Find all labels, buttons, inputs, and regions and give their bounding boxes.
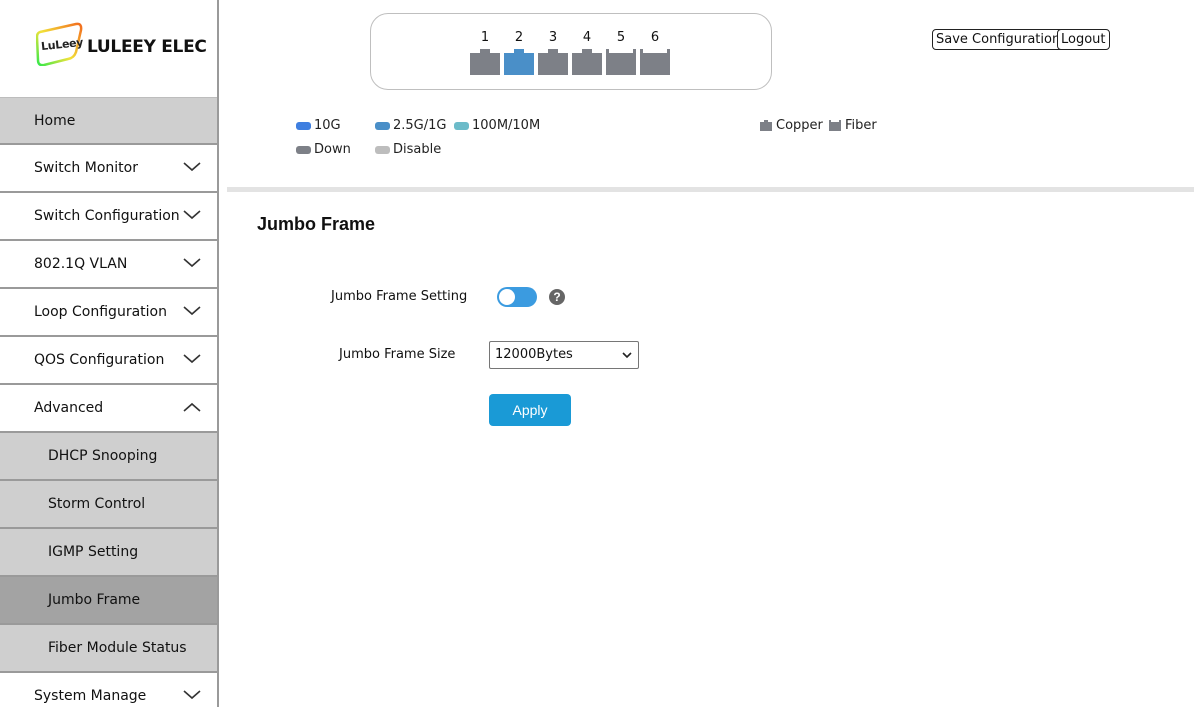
fiber-port-icon: [829, 120, 841, 131]
port-number: 5: [616, 30, 626, 45]
fiber-port-icon: [606, 49, 636, 75]
jumbo-frame-size-label: Jumbo Frame Size: [339, 347, 456, 362]
apply-button[interactable]: Apply: [489, 394, 571, 426]
port-number: 2: [514, 30, 524, 45]
sidebar-item-switch-configuration[interactable]: Switch Configuration: [0, 193, 217, 241]
swatch-100m-10m: [454, 121, 469, 130]
sidebar-item-loop-configuration[interactable]: Loop Configuration: [0, 289, 217, 337]
sidebar-item-label: QOS Configuration: [34, 352, 165, 368]
sidebar-item-qos-configuration[interactable]: QOS Configuration: [0, 337, 217, 385]
sidebar-item-label: DHCP Snooping: [48, 448, 158, 464]
sidebar-item-storm-control[interactable]: Storm Control: [0, 481, 217, 529]
sidebar-item-system-manage[interactable]: System Manage: [0, 673, 217, 707]
swatch-disable: [375, 145, 390, 154]
copper-port-icon: [572, 49, 602, 75]
copper-port-icon: [538, 49, 568, 75]
swatch-down: [296, 145, 311, 154]
legend-fiber: Fiber: [829, 118, 877, 133]
copper-port-icon: [470, 49, 500, 75]
divider: [227, 187, 1194, 192]
sidebar-item-vlan[interactable]: 802.1Q VLAN: [0, 241, 217, 289]
port-2[interactable]: 2: [504, 30, 534, 80]
swatch-10g: [296, 121, 311, 130]
chevron-down-icon: [183, 306, 201, 316]
sidebar-item-label: System Manage: [34, 688, 147, 704]
chevron-down-icon: [183, 690, 201, 700]
port-status-panel: 1 2 3 4 5 6: [370, 13, 772, 90]
legend-label: Disable: [393, 142, 442, 157]
legend-label: 2.5G/1G: [393, 118, 447, 133]
sidebar-item-igmp-setting[interactable]: IGMP Setting: [0, 529, 217, 577]
sidebar-item-label: Home: [34, 112, 76, 129]
sidebar-item-label: IGMP Setting: [48, 544, 139, 560]
select-value: 12000Bytes: [495, 347, 573, 362]
port-6[interactable]: 6: [640, 30, 670, 80]
legend-down: Down: [296, 142, 351, 157]
legend-label: Down: [314, 142, 351, 157]
legend-100m-10m: 100M/10M: [454, 118, 540, 133]
legend-label: Fiber: [845, 118, 877, 133]
logo: LuLeey LULEEY ELEC: [0, 0, 217, 97]
sidebar-item-label: Loop Configuration: [34, 304, 167, 320]
copper-port-icon: [760, 120, 772, 131]
help-icon[interactable]: ?: [549, 289, 565, 305]
sidebar-item-switch-monitor[interactable]: Switch Monitor: [0, 145, 217, 193]
port-number: 6: [650, 30, 660, 45]
sidebar-item-advanced[interactable]: Advanced: [0, 385, 217, 433]
sidebar-item-jumbo-frame[interactable]: Jumbo Frame: [0, 577, 217, 625]
logout-button[interactable]: Logout: [1057, 29, 1110, 50]
save-configuration-button[interactable]: Save Configuration: [932, 29, 1065, 50]
legend-copper: Copper: [760, 118, 823, 133]
sidebar-item-dhcp-snooping[interactable]: DHCP Snooping: [0, 433, 217, 481]
sidebar-item-label: Advanced: [34, 400, 104, 416]
sidebar-item-home[interactable]: Home: [0, 97, 217, 145]
sidebar-item-label: Switch Configuration: [34, 208, 180, 224]
sidebar-item-label: Fiber Module Status: [48, 640, 187, 656]
copper-port-icon: [504, 49, 534, 75]
legend-label: 10G: [314, 118, 341, 133]
chevron-down-icon: [183, 210, 201, 220]
chevron-up-icon: [183, 402, 201, 412]
jumbo-frame-toggle[interactable]: [497, 287, 537, 307]
port-3[interactable]: 3: [538, 30, 568, 80]
fiber-port-icon: [640, 49, 670, 75]
chevron-down-icon: [622, 352, 632, 359]
page-title: Jumbo Frame: [257, 214, 376, 234]
sidebar-item-label: 802.1Q VLAN: [34, 256, 128, 272]
chevron-down-icon: [183, 162, 201, 172]
port-5[interactable]: 5: [606, 30, 636, 80]
chevron-down-icon: [183, 258, 201, 268]
port-1[interactable]: 1: [470, 30, 500, 80]
legend-disable: Disable: [375, 142, 441, 157]
port-number: 1: [480, 30, 490, 45]
port-number: 4: [582, 30, 592, 45]
port-number: 3: [548, 30, 558, 45]
toggle-knob: [499, 289, 515, 305]
sidebar-item-label: Storm Control: [48, 496, 146, 512]
sidebar: LuLeey LULEEY ELEC Home Switch Monitor S…: [0, 0, 219, 707]
chevron-down-icon: [183, 354, 201, 364]
swatch-2-5g-1g: [375, 121, 390, 130]
jumbo-frame-size-select[interactable]: 12000Bytes: [489, 341, 639, 369]
port-4[interactable]: 4: [572, 30, 602, 80]
legend-label: Copper: [776, 118, 823, 133]
legend-2-5g-1g: 2.5G/1G: [375, 118, 446, 133]
sidebar-item-label: Jumbo Frame: [48, 592, 141, 608]
sidebar-item-fiber-module-status[interactable]: Fiber Module Status: [0, 625, 217, 673]
sidebar-item-label: Switch Monitor: [34, 160, 138, 176]
brand-name: LULEEY ELEC: [87, 37, 207, 57]
jumbo-frame-setting-label: Jumbo Frame Setting: [331, 289, 468, 304]
legend-10g: 10G: [296, 118, 341, 133]
legend-label: 100M/10M: [472, 118, 541, 133]
